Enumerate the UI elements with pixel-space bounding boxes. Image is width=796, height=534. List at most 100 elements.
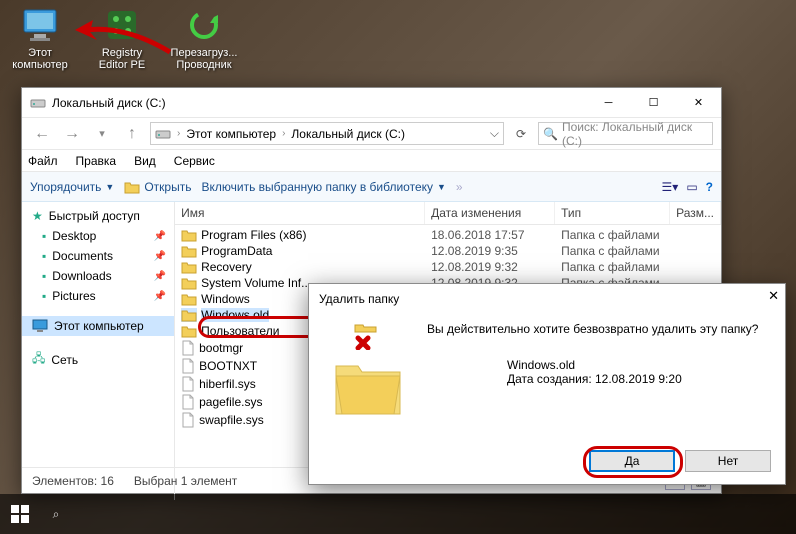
folder-icon bbox=[181, 260, 197, 274]
file-name: System Volume Inf... bbox=[201, 276, 311, 290]
chevron-right-icon[interactable]: › bbox=[175, 128, 182, 139]
open-button[interactable]: Открыть bbox=[124, 180, 191, 194]
file-name: Пользователи bbox=[201, 324, 279, 338]
column-header-name[interactable]: Имя bbox=[175, 202, 425, 224]
dialog-item-name: Windows.old bbox=[507, 358, 771, 372]
nav-up-button[interactable]: ↑ bbox=[120, 122, 144, 146]
sidebar-item-desktop[interactable]: ▪Desktop📌 bbox=[22, 226, 174, 246]
folder-icon bbox=[181, 324, 197, 338]
breadcrumb-segment[interactable]: Этот компьютер bbox=[186, 127, 276, 141]
reload-icon bbox=[184, 5, 224, 45]
folder-icon bbox=[181, 276, 197, 290]
file-name: swapfile.sys bbox=[199, 413, 264, 427]
menu-file[interactable]: Файл bbox=[28, 154, 58, 168]
search-icon: 🔍 bbox=[543, 127, 558, 141]
file-row[interactable]: ProgramData12.08.2019 9:35Папка с файлам… bbox=[175, 243, 721, 259]
column-header-type[interactable]: Тип bbox=[555, 202, 670, 224]
file-icon bbox=[181, 394, 195, 410]
nav-recent-button[interactable]: ▾ bbox=[90, 122, 114, 146]
delete-folder-dialog: Удалить папку ✕ Вы действительно хотите … bbox=[308, 283, 786, 485]
sidebar-item-documents[interactable]: ▪Documents📌 bbox=[22, 246, 174, 266]
file-name: bootmgr bbox=[199, 341, 243, 355]
view-options-button[interactable]: ☰▾ bbox=[662, 180, 679, 194]
file-date: 18.06.2018 17:57 bbox=[425, 228, 555, 242]
file-name: hiberfil.sys bbox=[199, 377, 256, 391]
documents-icon: ▪ bbox=[42, 249, 46, 263]
organize-button[interactable]: Упорядочить ▼ bbox=[30, 180, 114, 194]
nav-back-button[interactable]: ← bbox=[30, 122, 54, 146]
status-selected: Выбран 1 элемент bbox=[134, 474, 237, 488]
dialog-yes-button[interactable]: Да bbox=[589, 450, 675, 472]
desktop-icon-label: Перезагруз... Проводник bbox=[171, 47, 238, 71]
search-placeholder: Поиск: Локальный диск (C:) bbox=[562, 120, 708, 148]
desktop-icon-reload-explorer[interactable]: Перезагруз... Проводник bbox=[169, 5, 239, 71]
file-name: Recovery bbox=[201, 260, 252, 274]
column-header-date[interactable]: Дата изменения bbox=[425, 202, 555, 224]
sidebar-item-this-pc[interactable]: Этот компьютер bbox=[22, 316, 174, 336]
pc-icon bbox=[20, 5, 60, 45]
include-library-button[interactable]: Включить выбранную папку в библиотеку ▼ bbox=[201, 180, 445, 194]
address-bar[interactable]: › Этот компьютер › Локальный диск (C:) ⌵ bbox=[150, 122, 504, 145]
file-icon bbox=[181, 412, 195, 428]
pc-icon bbox=[32, 319, 48, 333]
sidebar-quick-access[interactable]: ★ Быстрый доступ bbox=[22, 206, 174, 226]
folder-icon bbox=[181, 308, 197, 322]
star-icon: ★ bbox=[32, 209, 43, 223]
folder-open-icon bbox=[124, 180, 140, 194]
menu-tools[interactable]: Сервис bbox=[174, 154, 215, 168]
help-button[interactable]: ? bbox=[706, 180, 713, 194]
sidebar-item-downloads[interactable]: ▪Downloads📌 bbox=[22, 266, 174, 286]
dialog-title: Удалить папку bbox=[309, 284, 785, 314]
dialog-no-button[interactable]: Нет bbox=[685, 450, 771, 472]
file-row[interactable]: Recovery 12.08.2019 9:32Папка с файлами bbox=[175, 259, 721, 275]
window-title: Локальный диск (C:) bbox=[52, 96, 586, 110]
start-button[interactable] bbox=[8, 502, 32, 526]
folder-large-icon bbox=[332, 358, 404, 418]
menu-view[interactable]: Вид bbox=[134, 154, 156, 168]
file-name: pagefile.sys bbox=[199, 395, 262, 409]
file-type: Папка с файлами bbox=[555, 260, 670, 274]
pin-icon: 📌 bbox=[154, 231, 166, 242]
taskbar: ⌕ bbox=[0, 494, 796, 534]
pictures-icon: ▪ bbox=[42, 289, 46, 303]
address-dropdown[interactable]: ⌵ bbox=[490, 126, 499, 141]
drive-icon bbox=[155, 126, 171, 142]
sidebar-item-network[interactable]: 🖧 Сеть bbox=[22, 346, 174, 373]
file-date: 12.08.2019 9:35 bbox=[425, 244, 555, 258]
drive-icon bbox=[30, 95, 46, 111]
dialog-close-button[interactable]: ✕ bbox=[768, 288, 779, 304]
preview-pane-button[interactable]: ▭ bbox=[686, 180, 697, 194]
breadcrumb-segment[interactable]: Локальный диск (C:) bbox=[291, 127, 405, 141]
file-icon bbox=[181, 340, 195, 356]
file-name: Windows bbox=[201, 292, 250, 306]
close-button[interactable]: ✕ bbox=[676, 88, 721, 117]
status-count: Элементов: 16 bbox=[32, 474, 114, 488]
refresh-button[interactable]: ⟳ bbox=[510, 123, 532, 145]
downloads-icon: ▪ bbox=[42, 269, 46, 283]
sidebar-item-pictures[interactable]: ▪Pictures📌 bbox=[22, 286, 174, 306]
nav-forward-button[interactable]: → bbox=[60, 122, 84, 146]
maximize-button[interactable]: ☐ bbox=[631, 88, 676, 117]
chevron-right-icon[interactable]: › bbox=[280, 128, 287, 139]
taskbar-search-button[interactable]: ⌕ bbox=[44, 502, 68, 526]
column-header-size[interactable]: Разм... bbox=[670, 202, 721, 224]
search-input[interactable]: 🔍 Поиск: Локальный диск (C:) bbox=[538, 122, 713, 145]
file-name: BOOTNXT bbox=[199, 359, 257, 373]
network-icon: 🖧 bbox=[32, 349, 45, 370]
pin-icon: 📌 bbox=[154, 271, 166, 282]
file-name: ProgramData bbox=[201, 244, 272, 258]
minimize-button[interactable]: ─ bbox=[586, 88, 631, 117]
folder-icon bbox=[181, 244, 197, 258]
file-date: 12.08.2019 9:32 bbox=[425, 260, 555, 274]
desktop-icon-label: Этот компьютер bbox=[12, 47, 67, 71]
delete-x-icon bbox=[354, 322, 382, 350]
annotation-arrow bbox=[75, 20, 175, 60]
pin-icon: 📌 bbox=[154, 251, 166, 262]
file-row[interactable]: Program Files (x86)18.06.2018 17:57Папка… bbox=[175, 227, 721, 243]
folder-icon bbox=[181, 292, 197, 306]
file-name: Windows.old bbox=[201, 308, 269, 322]
file-type: Папка с файлами bbox=[555, 228, 670, 242]
desktop-icon-this-pc[interactable]: Этот компьютер bbox=[5, 5, 75, 71]
file-icon bbox=[181, 358, 195, 374]
menu-edit[interactable]: Правка bbox=[76, 154, 117, 168]
